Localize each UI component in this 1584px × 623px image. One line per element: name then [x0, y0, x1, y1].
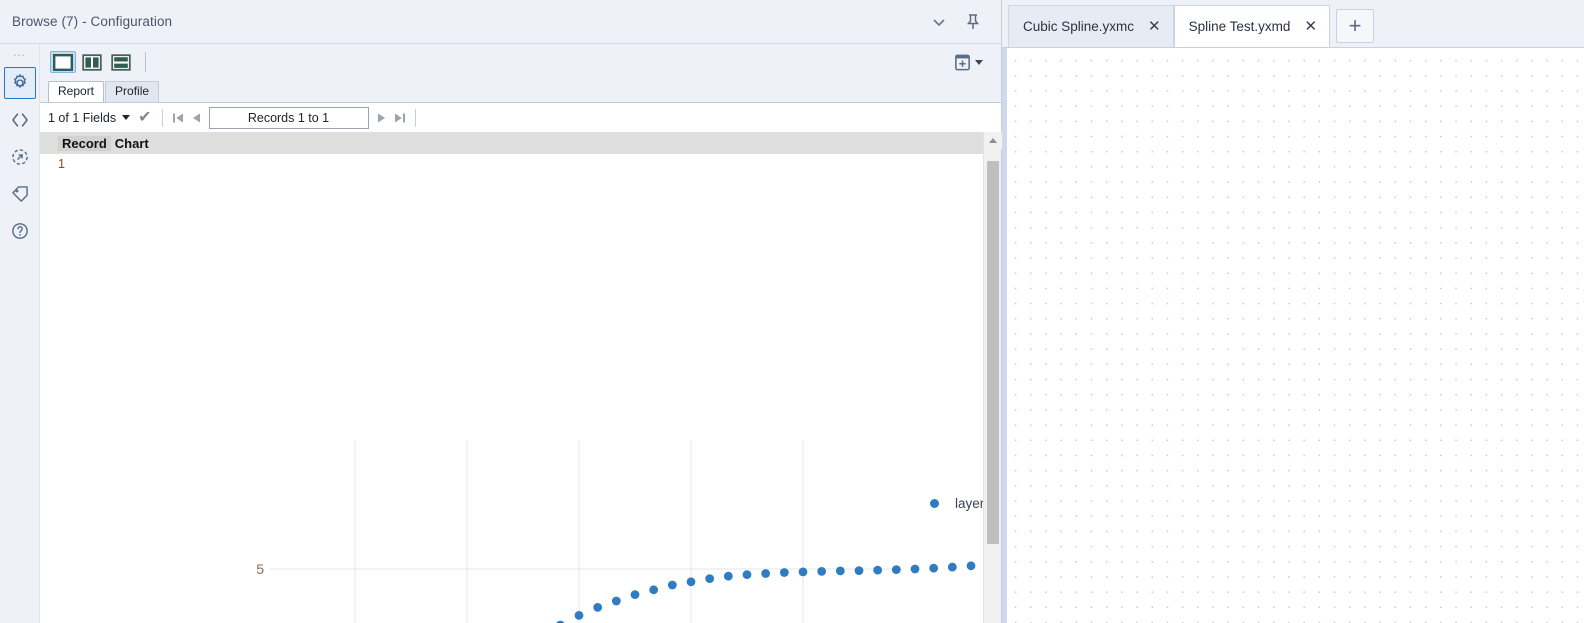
chart-data-point [911, 565, 920, 574]
panel-body: ... [0, 44, 1001, 623]
results-vertical-scrollbar[interactable] [983, 132, 1001, 623]
workflow-tabbar: Cubic Spline.yxmc ✕ Spline Test.yxmd ✕ + [1002, 0, 1584, 48]
runtime-icon[interactable] [4, 141, 36, 173]
pin-icon[interactable] [963, 12, 983, 32]
chart-data-point [593, 603, 602, 612]
panel-titlebar: Browse (7) - Configuration [0, 0, 1001, 44]
last-record-button[interactable] [391, 109, 409, 127]
help-icon[interactable] [4, 215, 36, 247]
legend-label-layer: layer [955, 496, 983, 511]
workflow-tab-label: Cubic Spline.yxmc [1023, 19, 1134, 34]
report-profile-tabs: Report Profile [40, 80, 1001, 102]
chart-data-point [649, 585, 658, 594]
tag-icon[interactable] [4, 178, 36, 210]
column-header-chart[interactable]: Chart [111, 136, 153, 151]
chart-data-point [817, 567, 826, 576]
layout-vertical-split-button[interactable] [79, 51, 105, 73]
chart-cell-render[interactable]: 54 layer [40, 178, 983, 623]
view-toolbar [40, 44, 1001, 80]
column-header-record[interactable]: Record [58, 136, 111, 151]
panel-title: Browse (7) - Configuration [12, 14, 929, 29]
tab-profile[interactable]: Profile [105, 81, 159, 102]
application-window: Browse (7) - Configuration ... [0, 0, 1584, 623]
chart-data-point [780, 568, 789, 577]
chart-data-point [799, 567, 808, 576]
chart-data-point [687, 577, 696, 586]
chart-data-point [612, 597, 621, 606]
workflow-canvas[interactable]: C [1002, 48, 1584, 623]
chart-data-point [929, 564, 938, 573]
chart-data-point [967, 561, 976, 570]
code-icon[interactable] [4, 104, 36, 136]
chart-data-point [836, 567, 845, 576]
chart-data-point [761, 569, 770, 578]
chart-data-point [724, 572, 733, 581]
first-record-button[interactable] [169, 109, 187, 127]
chart-legend: layer [930, 496, 983, 511]
chart-data-point [668, 581, 677, 590]
browse-content: Report Profile 1 of 1 Fields ✔ Records 1… [40, 44, 1001, 623]
tab-report[interactable]: Report [48, 81, 104, 102]
workflow-graph [1002, 48, 1584, 623]
record-navigation-bar: 1 of 1 Fields ✔ Records 1 to 1 [40, 102, 1001, 132]
layout-single-button[interactable] [50, 51, 76, 73]
new-tab-button[interactable]: + [1336, 9, 1374, 43]
legend-marker-layer [930, 499, 939, 508]
records-range-field[interactable]: Records 1 to 1 [209, 107, 369, 129]
previous-record-button[interactable] [187, 109, 205, 127]
export-results-button[interactable] [953, 53, 991, 72]
fields-selector-label: 1 of 1 Fields [48, 111, 116, 125]
gear-icon[interactable] [4, 67, 36, 99]
chart-data-point [873, 566, 882, 575]
scatter-chart: 54 [40, 178, 983, 623]
fields-dropdown-caret-icon[interactable] [122, 115, 130, 120]
chart-data-point [743, 570, 752, 579]
export-caret-icon[interactable] [975, 60, 983, 65]
chart-data-point [855, 566, 864, 575]
table-row[interactable]: 1 [40, 154, 983, 171]
chart-data-point [705, 574, 714, 583]
toolbar-separator [145, 52, 146, 72]
nav-separator [162, 109, 163, 127]
chart-data-point [948, 563, 957, 572]
chart-ytick-label: 5 [256, 561, 264, 577]
scrollbar-thumb[interactable] [987, 161, 999, 544]
layout-horizontal-split-button[interactable] [108, 51, 134, 73]
overflow-dots-icon[interactable]: ... [13, 48, 25, 62]
next-record-button[interactable] [373, 109, 391, 127]
browse-configuration-panel: Browse (7) - Configuration ... [0, 0, 1002, 623]
workflow-tab-spline-test[interactable]: Spline Test.yxmd ✕ [1174, 5, 1330, 47]
configuration-icon-rail: ... [0, 44, 40, 623]
apply-check-icon[interactable]: ✔ [138, 110, 151, 126]
nav-separator-2 [415, 109, 416, 127]
chart-data-point [631, 590, 640, 599]
chart-data-point [575, 611, 584, 620]
workflow-tab-label: Spline Test.yxmd [1189, 19, 1291, 34]
workflow-tab-cubic-spline[interactable]: Cubic Spline.yxmc ✕ [1008, 5, 1174, 47]
results-area: Record Chart 1 54 layer [40, 132, 983, 623]
workflow-canvas-panel: Cubic Spline.yxmc ✕ Spline Test.yxmd ✕ + [1002, 0, 1584, 623]
results-grid-header: Record Chart [40, 132, 983, 154]
close-icon[interactable]: ✕ [1304, 19, 1317, 34]
chart-data-point [892, 565, 901, 574]
results-area-wrapper: Record Chart 1 54 layer [40, 132, 1001, 623]
titlebar-icons [929, 12, 989, 32]
close-icon[interactable]: ✕ [1148, 19, 1161, 34]
chevron-down-icon[interactable] [929, 12, 949, 32]
scroll-up-button[interactable] [984, 132, 1002, 149]
